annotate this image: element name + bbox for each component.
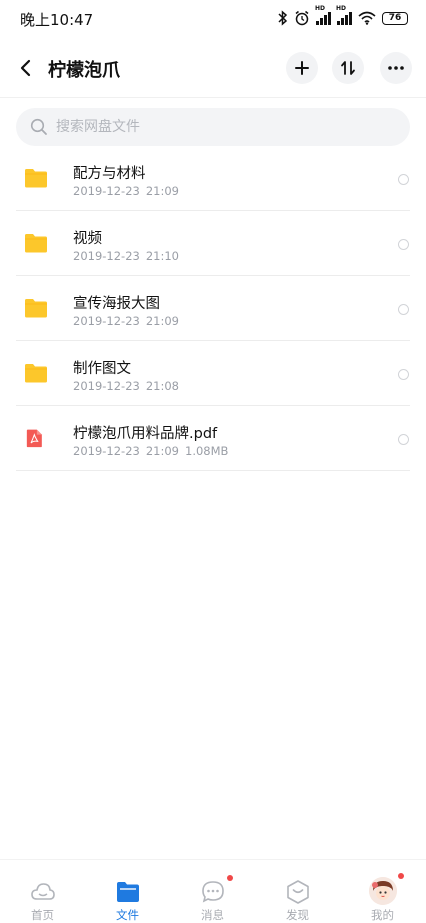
file-meta: 2019-12-23 21:09 1.08MB: [73, 444, 228, 458]
file-date: 2019-12-23: [73, 249, 140, 263]
file-meta: 2019-12-23 21:08: [73, 379, 179, 393]
bluetooth-icon: [278, 10, 288, 26]
header: 柠檬泡爪: [0, 44, 426, 92]
message-badge: [227, 875, 233, 881]
folder-icon: [25, 299, 47, 318]
file-row[interactable]: 视频 2019-12-23 21:10: [0, 211, 426, 276]
folder-icon: [25, 234, 47, 253]
file-size: 1.08MB: [185, 444, 229, 458]
file-date: 2019-12-23: [73, 444, 140, 458]
battery-icon: 76: [382, 11, 408, 25]
file-date: 2019-12-23: [73, 379, 140, 393]
nav-me[interactable]: 我的: [340, 860, 425, 923]
message-icon: [202, 881, 224, 903]
file-time: 21:08: [145, 379, 179, 393]
file-meta: 2019-12-23 21:09: [73, 314, 179, 328]
nav-discover[interactable]: 发现: [255, 860, 340, 923]
status-icons: HD HD 76: [278, 5, 408, 27]
wifi-icon: [358, 11, 376, 25]
folder-icon: [25, 364, 47, 383]
select-radio[interactable]: [398, 239, 409, 250]
file-name: 制作图文: [73, 361, 131, 377]
file-name: 配方与材料: [73, 166, 146, 182]
more-button[interactable]: [380, 52, 412, 84]
status-time: 晚上10:47: [20, 11, 94, 29]
avatar: [369, 877, 397, 905]
sort-icon: [341, 61, 355, 75]
file-time: 21:10: [145, 249, 179, 263]
nav-label: 我的: [371, 908, 394, 922]
file-name: 视频: [73, 231, 102, 247]
file-meta: 2019-12-23 21:10: [73, 249, 179, 263]
select-radio[interactable]: [398, 369, 409, 380]
add-button[interactable]: [286, 52, 318, 84]
nav-home[interactable]: 首页: [0, 860, 85, 923]
nav-label: 文件: [116, 908, 139, 922]
file-row[interactable]: 宣传海报大图 2019-12-23 21:09: [0, 276, 426, 341]
select-radio[interactable]: [398, 174, 409, 185]
cloud-icon: [31, 883, 55, 900]
file-name: 柠檬泡爪用料品牌.pdf: [73, 426, 218, 442]
file-date: 2019-12-23: [73, 314, 140, 328]
file-meta: 2019-12-23 21:09: [73, 184, 179, 198]
nav-label: 发现: [286, 908, 309, 922]
file-time: 21:09: [145, 314, 179, 328]
back-icon[interactable]: [14, 54, 38, 82]
sort-button[interactable]: [332, 52, 364, 84]
folder-icon: [25, 169, 47, 188]
page-title: 柠檬泡爪: [48, 60, 120, 81]
file-row[interactable]: 配方与材料 2019-12-23 21:09: [0, 146, 426, 211]
nav-label: 消息: [201, 908, 224, 922]
alarm-icon: [295, 10, 309, 26]
file-time: 21:09: [145, 184, 179, 198]
select-radio[interactable]: [398, 434, 409, 445]
signal-1-icon: HD: [315, 5, 331, 25]
plus-icon: [295, 61, 309, 75]
file-row[interactable]: 制作图文 2019-12-23 21:08: [0, 341, 426, 406]
nav-messages[interactable]: 消息: [170, 860, 255, 923]
more-icon: [388, 66, 404, 70]
search-box[interactable]: [16, 108, 410, 146]
nav-label: 首页: [31, 908, 54, 922]
search-icon: [30, 118, 47, 135]
file-time: 21:09: [145, 444, 179, 458]
avatar-image: [369, 877, 397, 905]
file-date: 2019-12-23: [73, 184, 140, 198]
select-radio[interactable]: [398, 304, 409, 315]
folder-icon: [117, 882, 139, 902]
discover-icon: [287, 880, 309, 904]
profile-badge: [398, 873, 404, 879]
signal-2-icon: HD: [336, 5, 352, 25]
file-row[interactable]: 柠檬泡爪用料品牌.pdf 2019-12-23 21:09 1.08MB: [0, 406, 426, 471]
bottom-nav: 首页 文件 消息 发现 我的: [0, 859, 426, 923]
nav-files[interactable]: 文件: [85, 860, 170, 923]
pdf-icon: [26, 429, 42, 448]
search-input[interactable]: [56, 108, 396, 146]
status-bar: 晚上10:47 HD HD 76: [0, 0, 426, 36]
file-name: 宣传海报大图: [73, 296, 160, 312]
header-divider: [0, 97, 426, 98]
file-list: 配方与材料 2019-12-23 21:09 视频 2019-12-23 21:10…: [0, 146, 426, 471]
